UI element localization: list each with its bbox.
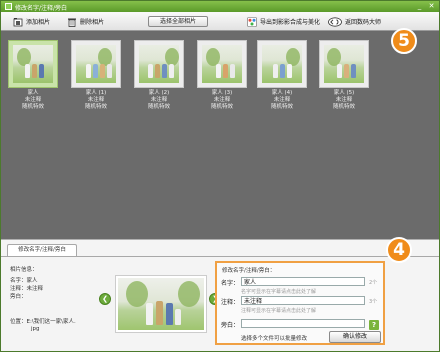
trash-icon [68, 18, 76, 27]
thumbnail-image [76, 45, 116, 83]
note-hint-link[interactable]: 注释可显示在字幕请点击此处了解 [241, 307, 316, 314]
photo-thumbnail[interactable]: 家人 未注释 随机特效 [8, 40, 58, 111]
main-window: 修改名字/注释/旁白 _ ✕ 添加相片 删除相片 选择全部相片 导出到影影合成与… [0, 0, 440, 352]
photo-info-location: 位置：E:\我们这一家\家人. [10, 319, 76, 325]
thumbnail-caption: 家人 (3) 未注释 随机特效 [210, 90, 233, 110]
form-title: 修改名字/注释/旁白： [222, 268, 276, 274]
confirm-edit-button[interactable]: 确认修改 [329, 331, 381, 343]
add-photos-button[interactable]: 添加相片 [13, 16, 50, 27]
thumbnail-frame [8, 40, 58, 88]
photo-info-heading: 相片信息： [10, 267, 38, 273]
thumbnail-caption: 家人 未注释 随机特效 [21, 90, 44, 110]
photo-info-narration: 旁白： [10, 294, 27, 300]
back-label: 返回数码大师 [345, 19, 382, 26]
photo-info-location-ext: jpg [31, 326, 40, 332]
narration-input[interactable] [241, 319, 365, 328]
photo-info-note: 注释：未注释 [10, 286, 44, 292]
thumbnail-image [13, 45, 53, 83]
select-all-button[interactable]: 选择全部相片 [148, 16, 208, 27]
thumbnail-frame [71, 40, 121, 88]
batch-edit-hint: 选择多个文件可以批量修改 [241, 336, 308, 342]
delete-photos-label: 删除相片 [80, 19, 105, 26]
thumbnail-caption: 家人 (4) 未注释 随机特效 [270, 90, 293, 110]
thumbnail-image [324, 45, 364, 83]
preview-image [118, 278, 204, 330]
narration-label: 旁白： [221, 322, 240, 329]
note-label: 注释： [221, 299, 240, 306]
toolbar: 添加相片 删除相片 选择全部相片 导出到影影合成与美化 返回数码大师 [1, 12, 439, 31]
back-icon [328, 16, 342, 27]
name-char-count: 2个 [369, 280, 378, 286]
step-badge-4: 4 [386, 237, 412, 263]
thumbnail-image [262, 45, 302, 83]
thumbnail-frame [319, 40, 369, 88]
back-button[interactable]: 返回数码大师 [328, 16, 381, 27]
photo-thumbnail[interactable]: 家人 (2) 未注释 随机特效 [134, 40, 184, 111]
close-icon[interactable]: ✕ [427, 2, 436, 11]
help-icon[interactable]: ? [369, 320, 379, 330]
app-icon [5, 3, 12, 10]
name-input[interactable] [241, 277, 365, 286]
window-title: 修改名字/注释/旁白 [15, 5, 68, 12]
export-button[interactable]: 导出到影影合成与美化 [247, 16, 320, 27]
thumbnail-frame [197, 40, 247, 88]
photo-gallery[interactable]: 家人 未注释 随机特效 家人 (1) 未注释 随机特效 家人 (2) 未注释 随… [1, 32, 439, 239]
photo-preview [115, 275, 207, 333]
photo-thumbnail[interactable]: 家人 (5) 未注释 随机特效 [319, 40, 369, 111]
photo-thumbnail[interactable]: 家人 (1) 未注释 随机特效 [71, 40, 121, 111]
previous-photo-button[interactable]: ❮ [99, 293, 111, 305]
title-bar[interactable]: 修改名字/注释/旁白 _ ✕ [1, 1, 439, 12]
step-badge-5: 5 [391, 28, 417, 54]
thumbnail-caption: 家人 (2) 未注释 随机特效 [147, 90, 170, 110]
thumbnail-frame [134, 40, 184, 88]
note-input[interactable] [241, 296, 365, 305]
name-label: 名字： [221, 280, 240, 287]
photo-thumbnail[interactable]: 家人 (3) 未注释 随机特效 [197, 40, 247, 111]
minimize-icon[interactable]: _ [415, 2, 424, 11]
photo-thumbnail[interactable]: 家人 (4) 未注释 随机特效 [257, 40, 307, 111]
note-char-count: 3个 [369, 299, 378, 305]
photo-info-name: 名字：家人 [10, 278, 38, 284]
add-photos-label: 添加相片 [26, 19, 51, 26]
palette-icon [247, 16, 257, 27]
thumbnail-caption: 家人 (5) 未注释 随机特效 [332, 90, 355, 110]
thumbnail-image [202, 45, 242, 83]
thumbnail-caption: 家人 (1) 未注释 随机特效 [84, 90, 107, 110]
name-hint-link[interactable]: 名字可显示在字幕请点击此处了解 [241, 288, 316, 295]
thumbnail-image [139, 45, 179, 83]
delete-photos-button[interactable]: 删除相片 [67, 16, 104, 27]
tab-edit-name[interactable]: 修改名字/注释/旁白 [7, 244, 77, 256]
export-label: 导出到影影合成与美化 [260, 19, 321, 26]
thumbnail-frame [257, 40, 307, 88]
edit-form: 修改名字/注释/旁白： 名字： 2个 名字可显示在字幕请点击此处了解 注释： 3… [215, 261, 385, 345]
tab-divider [1, 256, 439, 257]
add-photo-icon [13, 17, 23, 26]
